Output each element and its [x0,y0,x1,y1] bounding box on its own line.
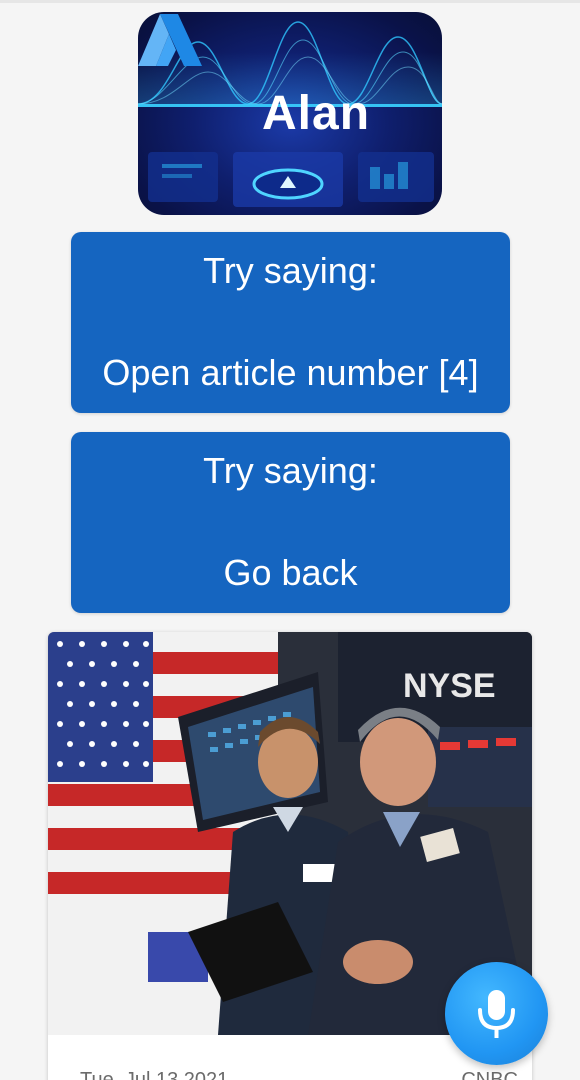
suggestion-command: Go back [223,552,358,593]
suggestion-heading: Try saying: [203,250,378,291]
top-divider [0,0,580,3]
microphone-icon [478,990,515,1038]
suggestion-command: Open article number [4] [102,352,479,393]
suggestion-card-go-back[interactable]: Try saying: Go back [71,432,510,613]
article-source: CNBC [461,1069,518,1080]
microphone-button[interactable] [445,962,548,1065]
alan-logo-icon [138,14,202,66]
suggestion-card-open-article[interactable]: Try saying: Open article number [4] [71,232,510,413]
article-date: Tue, Jul 13 2021 [80,1069,229,1080]
nyse-traders-photo: NYSE [48,632,532,1035]
alan-wordmark: Alan [262,87,371,140]
article-image: NYSE [48,632,532,1035]
alan-logo-banner: Alan [138,12,442,215]
nyse-sign: NYSE [403,667,496,705]
suggestion-heading: Try saying: [203,450,378,491]
